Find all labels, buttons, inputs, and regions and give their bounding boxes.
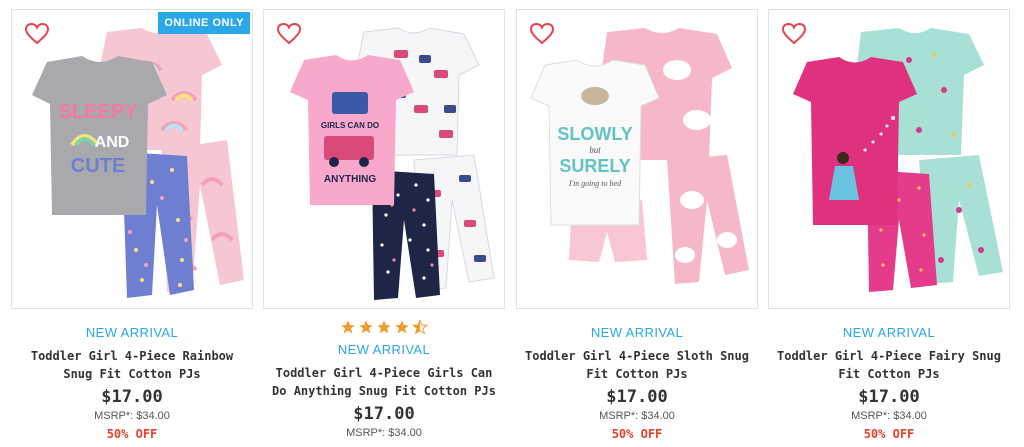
- product-title[interactable]: Toddler Girl 4-Piece Rainbow Snug Fit Co…: [11, 347, 253, 383]
- pajama-set-image: GIRLS CAN DO ANYTHING: [290, 27, 495, 300]
- product-image[interactable]: GIRLS CAN DO ANYTHING: [263, 9, 505, 309]
- product-card[interactable]: ONLINE ONLY SLEEPY AND CUTE NEW ARRIVAL …: [11, 9, 253, 441]
- shirt-text: I'm going to bed: [568, 179, 622, 188]
- shirt-text: SLEEPY: [59, 101, 139, 123]
- shirt-text: but: [589, 145, 601, 155]
- product-grid: ONLINE ONLY SLEEPY AND CUTE NEW ARRIVAL …: [0, 0, 1024, 447]
- product-card[interactable]: NEW ARRIVAL Toddler Girl 4-Piece Fairy S…: [768, 9, 1010, 441]
- product-msrp: MSRP*: $34.00: [851, 410, 927, 422]
- discount-label: 50% OFF: [106, 427, 158, 441]
- shirt-text: AND: [95, 134, 130, 151]
- star-icon: [341, 320, 355, 334]
- pajama-set-image: [793, 28, 1003, 292]
- shirt-text: GIRLS CAN DO: [321, 121, 379, 130]
- new-arrival-label: NEW ARRIVAL: [337, 342, 431, 357]
- heart-icon[interactable]: [24, 22, 50, 46]
- half-star-icon: [412, 319, 428, 335]
- product-msrp: MSRP*: $34.00: [346, 427, 422, 439]
- product-card[interactable]: GIRLS CAN DO ANYTHING NEW ARRIVAL Toddle…: [263, 9, 505, 440]
- star-icon: [377, 320, 391, 334]
- new-arrival-label: NEW ARRIVAL: [85, 325, 179, 340]
- shirt-text: ANYTHING: [324, 174, 376, 185]
- product-price: $17.00: [606, 387, 668, 407]
- product-price: $17.00: [858, 387, 920, 407]
- product-title[interactable]: Toddler Girl 4-Piece Fairy Snug Fit Cott…: [768, 347, 1010, 383]
- product-msrp: MSRP*: $34.00: [94, 410, 170, 422]
- discount-label: 50% OFF: [611, 427, 663, 441]
- product-title[interactable]: Toddler Girl 4-Piece Girls Can Do Anythi…: [263, 364, 505, 400]
- pajama-set-image: SLOWLY but SURELY I'm going to bed: [530, 28, 749, 284]
- product-price: $17.00: [353, 404, 415, 424]
- product-image[interactable]: SLOWLY but SURELY I'm going to bed: [516, 9, 758, 309]
- new-arrival-label: NEW ARRIVAL: [590, 325, 684, 340]
- star-icon: [395, 320, 409, 334]
- product-image[interactable]: [768, 9, 1010, 309]
- star-icon: [359, 320, 373, 334]
- star-rating[interactable]: [263, 319, 505, 337]
- product-card[interactable]: SLOWLY but SURELY I'm going to bed NEW A…: [516, 9, 758, 441]
- heart-icon[interactable]: [276, 22, 302, 46]
- shirt-text: SURELY: [559, 156, 630, 176]
- pajama-set-image: SLEEPY AND CUTE: [32, 28, 244, 298]
- shirt-text: CUTE: [71, 155, 125, 177]
- heart-icon[interactable]: [529, 22, 555, 46]
- heart-icon[interactable]: [781, 22, 807, 46]
- product-image[interactable]: ONLINE ONLY SLEEPY AND CUTE: [11, 9, 253, 309]
- product-title[interactable]: Toddler Girl 4-Piece Sloth Snug Fit Cott…: [516, 347, 758, 383]
- shirt-text: SLOWLY: [557, 124, 632, 144]
- product-msrp: MSRP*: $34.00: [599, 410, 675, 422]
- product-price: $17.00: [101, 387, 163, 407]
- discount-label: 50% OFF: [863, 427, 915, 441]
- online-only-badge: ONLINE ONLY: [158, 12, 250, 34]
- new-arrival-label: NEW ARRIVAL: [842, 325, 936, 340]
